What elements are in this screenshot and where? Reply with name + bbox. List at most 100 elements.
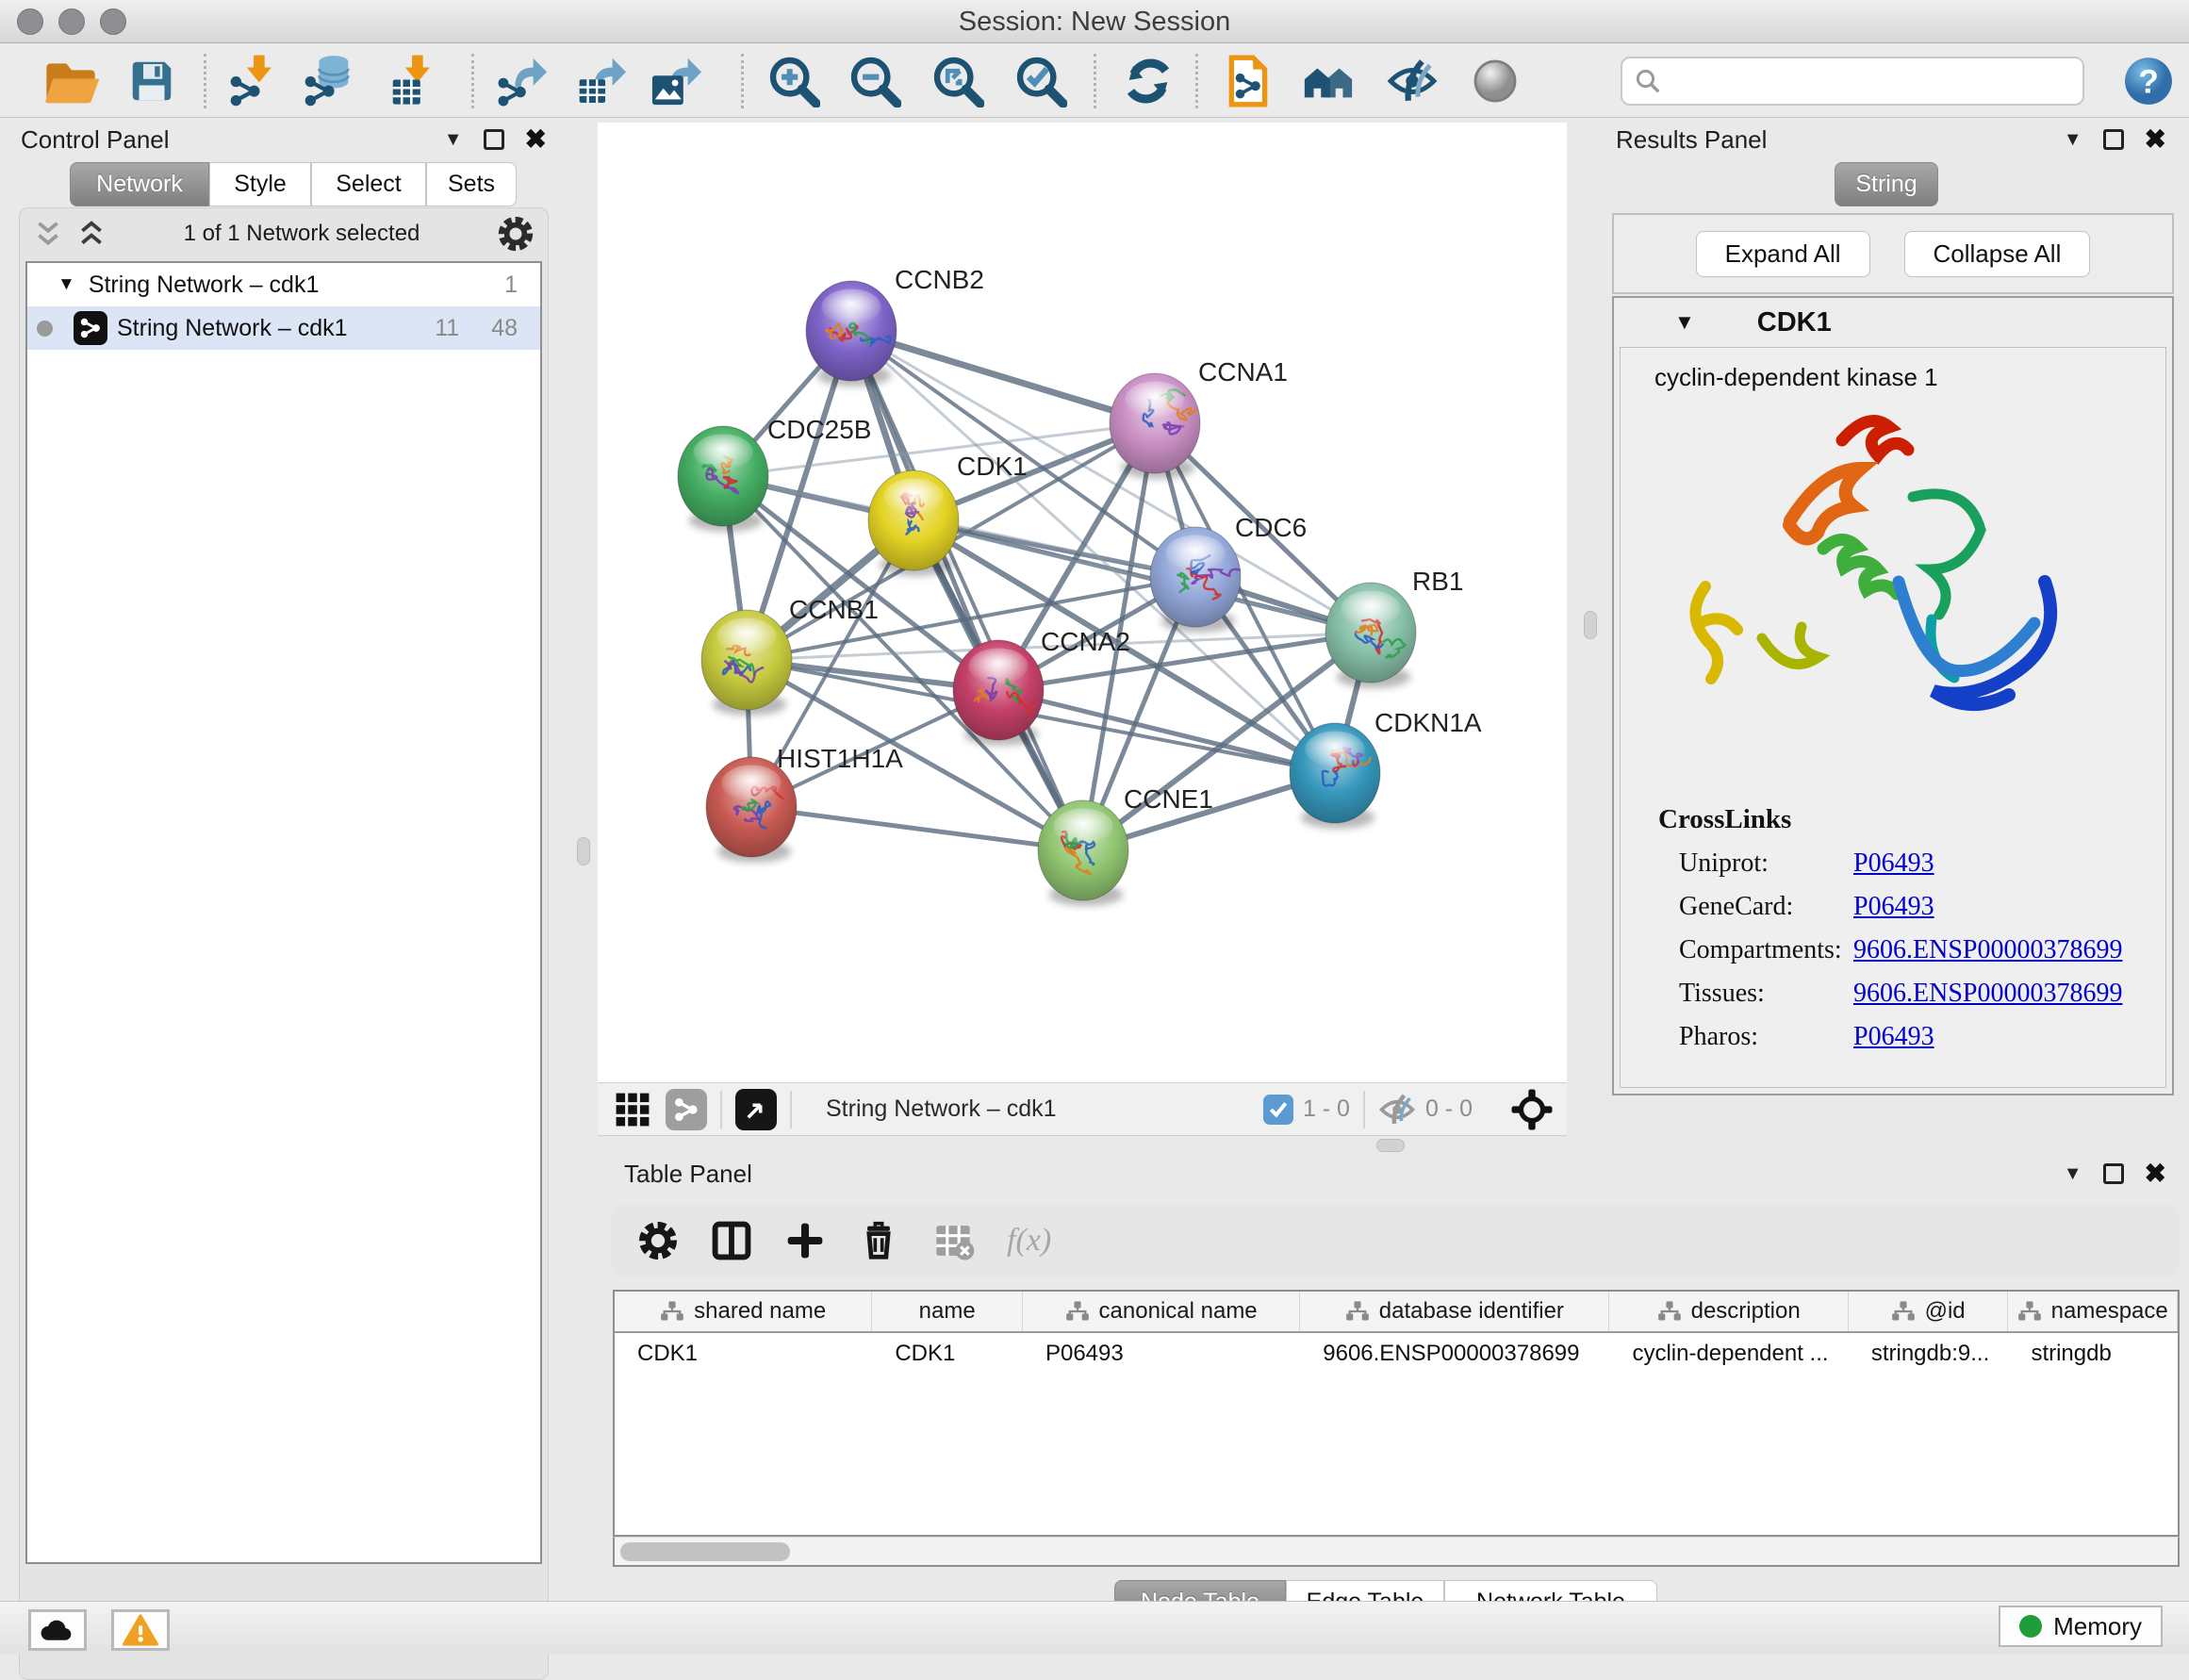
toolbar-separator: [1094, 54, 1096, 108]
table-cell[interactable]: CDK1: [615, 1333, 872, 1375]
delete-table-icon[interactable]: [931, 1220, 975, 1261]
zoom-selected-icon[interactable]: [1014, 55, 1067, 107]
network-canvas[interactable]: CCNB2CCNA1CDC25BCDK1CDC6RB1CCNB1CCNA2CDK…: [598, 123, 1567, 1082]
import-table-icon[interactable]: [387, 54, 441, 108]
search-input[interactable]: [1662, 62, 2071, 100]
splitter-handle[interactable]: [1584, 611, 1597, 639]
panel-close-icon[interactable]: ✖: [2145, 130, 2166, 149]
selected-nodes-checkbox-icon[interactable]: [1263, 1095, 1293, 1125]
import-network-database-icon[interactable]: [302, 54, 358, 108]
node-table: shared namenamecanonical namedatabase id…: [613, 1290, 2180, 1537]
import-network-icon[interactable]: [228, 54, 283, 108]
tab-sets[interactable]: Sets: [426, 162, 517, 206]
hidden-counter: 0 - 0: [1425, 1095, 1473, 1123]
crosslink-label: Uniprot:: [1679, 848, 1853, 879]
cloud-status-button[interactable]: [28, 1609, 87, 1651]
collapse-all-icon[interactable]: [33, 219, 63, 249]
column-header-description[interactable]: description: [1609, 1292, 1848, 1331]
crosslink-genecard-link[interactable]: P06493: [1853, 892, 1934, 922]
network-from-document-icon[interactable]: [1224, 54, 1275, 108]
network-collection-row[interactable]: ▼ String Network – cdk1 1: [27, 263, 540, 306]
column-header-databaseidentifier[interactable]: database identifier: [1300, 1292, 1609, 1331]
delete-column-icon[interactable]: [858, 1220, 899, 1261]
center-view-crosshair-icon[interactable]: [1510, 1088, 1554, 1131]
panel-float-icon[interactable]: [2103, 1163, 2124, 1184]
table-cell[interactable]: CDK1: [872, 1333, 1023, 1375]
collapse-all-button[interactable]: Collapse All: [1904, 231, 2091, 277]
crosslink-row: Pharos:P06493: [1679, 1022, 2165, 1052]
function-builder-icon[interactable]: f(x): [1007, 1223, 1051, 1259]
network-options-gear-icon[interactable]: [497, 215, 535, 253]
tab-style[interactable]: Style: [209, 162, 311, 206]
column-header-name[interactable]: name: [872, 1292, 1023, 1331]
collection-expand-icon[interactable]: ▼: [58, 274, 75, 295]
column-header-namespace[interactable]: namespace: [2008, 1292, 2178, 1331]
crosslink-pharos-link[interactable]: P06493: [1853, 1022, 1934, 1052]
panel-close-icon[interactable]: ✖: [525, 130, 547, 149]
results-panel-tabs: String: [1835, 162, 1938, 206]
section-expand-icon[interactable]: ▼: [1674, 310, 1695, 335]
export-table-icon[interactable]: [575, 54, 630, 108]
table-horizontal-scrollbar[interactable]: [613, 1537, 2180, 1567]
panel-float-icon[interactable]: [2103, 129, 2124, 150]
crosslink-label: Tissues:: [1679, 979, 1853, 1009]
zoom-out-icon[interactable]: [848, 55, 901, 107]
hide-selected-icon[interactable]: [1386, 58, 1439, 105]
memory-button[interactable]: Memory: [1999, 1606, 2163, 1647]
graphics-details-icon[interactable]: [1473, 58, 1518, 104]
home-neighbors-icon[interactable]: [1301, 56, 1356, 107]
grid-view-icon[interactable]: [615, 1092, 650, 1128]
save-session-icon[interactable]: [126, 56, 177, 107]
expand-all-button[interactable]: Expand All: [1696, 231, 1870, 277]
zoom-in-icon[interactable]: [767, 55, 820, 107]
crosslink-compartments-link[interactable]: 9606.ENSP00000378699: [1853, 935, 2122, 965]
panel-menu-icon[interactable]: ▼: [2064, 1163, 2082, 1185]
open-session-icon[interactable]: [41, 55, 100, 107]
zoom-fit-icon[interactable]: [931, 55, 984, 107]
main-toolbar: ?: [0, 44, 2189, 118]
node-label-CCNA1: CCNA1: [1198, 357, 1288, 387]
string-view-icon[interactable]: [666, 1089, 707, 1130]
table-row[interactable]: CDK1CDK1P064939606.ENSP00000378699cyclin…: [615, 1333, 2178, 1375]
panel-float-icon[interactable]: [484, 129, 504, 150]
tab-select[interactable]: Select: [311, 162, 426, 206]
panel-menu-icon[interactable]: ▼: [2064, 129, 2082, 151]
network-edge-HIST1H1A-CCNE1[interactable]: [751, 807, 1083, 850]
crosslink-uniprot-link[interactable]: P06493: [1853, 848, 1934, 879]
export-image-icon[interactable]: [650, 54, 705, 108]
tab-network[interactable]: Network: [70, 162, 209, 206]
apply-layout-icon[interactable]: [1124, 57, 1173, 106]
add-column-icon[interactable]: [784, 1220, 826, 1261]
table-cell[interactable]: stringdb: [2008, 1333, 2178, 1375]
tab-string[interactable]: String: [1835, 162, 1938, 206]
node-section-header[interactable]: ▼ CDK1: [1614, 298, 2172, 347]
export-network-icon[interactable]: [496, 54, 551, 108]
network-row[interactable]: String Network – cdk1 11 48: [27, 306, 540, 350]
network-edge-CCNB2-CCNA1[interactable]: [851, 331, 1155, 423]
help-button[interactable]: ?: [2123, 56, 2174, 107]
splitter-handle[interactable]: [577, 837, 590, 865]
toolbar-separator: [741, 54, 744, 108]
crosslink-tissues-link[interactable]: 9606.ENSP00000378699: [1853, 979, 2122, 1009]
birds-eye-view-icon[interactable]: [735, 1089, 777, 1130]
node-column-icon: [660, 1299, 684, 1324]
column-header-id[interactable]: @id: [1849, 1292, 2009, 1331]
table-cell[interactable]: cyclin-dependent ...: [1609, 1333, 1848, 1375]
expand-all-icon[interactable]: [76, 219, 107, 249]
scrollbar-thumb[interactable]: [620, 1542, 790, 1561]
column-header-sharedname[interactable]: shared name: [615, 1292, 872, 1331]
panel-close-icon[interactable]: ✖: [2145, 1164, 2166, 1183]
table-cell[interactable]: stringdb:9...: [1849, 1333, 2009, 1375]
hidden-eye-icon[interactable]: [1378, 1093, 1416, 1127]
node-label-CCNB2: CCNB2: [895, 265, 984, 294]
network-tree: ▼ String Network – cdk1 1 String Network…: [25, 261, 542, 1564]
collection-label: String Network – cdk1: [89, 272, 320, 299]
splitter-handle[interactable]: [1376, 1139, 1405, 1152]
show-columns-icon[interactable]: [711, 1220, 752, 1261]
table-cell[interactable]: P06493: [1023, 1333, 1300, 1375]
table-options-gear-icon[interactable]: [637, 1220, 679, 1261]
warnings-button[interactable]: [111, 1609, 170, 1651]
table-cell[interactable]: 9606.ENSP00000378699: [1300, 1333, 1609, 1375]
panel-menu-icon[interactable]: ▼: [444, 129, 463, 151]
column-header-canonicalname[interactable]: canonical name: [1023, 1292, 1300, 1331]
